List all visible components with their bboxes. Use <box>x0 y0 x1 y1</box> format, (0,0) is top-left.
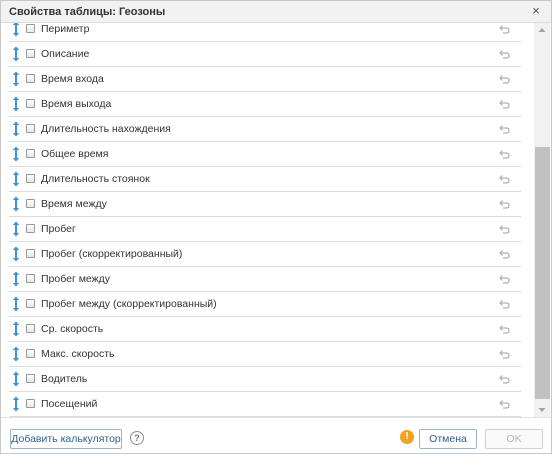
column-row[interactable]: Время между <box>9 192 521 217</box>
question-circle-icon[interactable]: ? <box>130 431 144 445</box>
drag-handle-icon[interactable] <box>12 346 20 362</box>
undo-arrow-icon[interactable] <box>499 274 510 284</box>
dialog-titlebar: Свойства таблицы: Геозоны × <box>1 1 551 23</box>
column-checkbox[interactable] <box>26 199 35 208</box>
column-label: Время между <box>41 198 107 210</box>
column-checkbox[interactable] <box>26 174 35 183</box>
column-checkbox[interactable] <box>26 24 35 33</box>
scroll-down-arrow-icon[interactable] <box>534 403 550 417</box>
scroll-up-arrow-icon[interactable] <box>534 23 550 37</box>
column-row[interactable]: Пробег <box>9 217 521 242</box>
column-checkbox[interactable] <box>26 124 35 133</box>
column-checkbox[interactable] <box>26 324 35 333</box>
undo-arrow-icon[interactable] <box>499 249 510 259</box>
column-label: Описание <box>41 48 90 60</box>
column-label: Длительность стоянок <box>41 173 150 185</box>
column-checkbox[interactable] <box>26 99 35 108</box>
dialog-footer: Добавить калькулятор ? ! Отмена OK <box>1 417 551 453</box>
column-checkbox[interactable] <box>26 374 35 383</box>
column-row[interactable]: Время входа <box>9 67 521 92</box>
column-checkbox[interactable] <box>26 349 35 358</box>
drag-handle-icon[interactable] <box>12 221 20 237</box>
drag-handle-icon[interactable] <box>12 171 20 187</box>
drag-handle-icon[interactable] <box>12 96 20 112</box>
column-row[interactable]: Посещений <box>9 392 521 417</box>
cancel-button[interactable]: Отмена <box>419 429 477 449</box>
column-label: Длительность нахождения <box>41 123 171 135</box>
dialog-title: Свойства таблицы: Геозоны <box>9 6 166 18</box>
column-checkbox[interactable] <box>26 299 35 308</box>
table-properties-dialog: Свойства таблицы: Геозоны × Периметр Опис… <box>0 0 552 454</box>
column-row[interactable]: Пробег (скорректированный) <box>9 242 521 267</box>
drag-handle-icon[interactable] <box>12 71 20 87</box>
drag-handle-icon[interactable] <box>12 196 20 212</box>
column-row[interactable]: Пробег между (скорректированный) <box>9 292 521 317</box>
drag-handle-icon[interactable] <box>12 396 20 412</box>
column-checkbox[interactable] <box>26 74 35 83</box>
column-row[interactable]: Периметр <box>9 23 521 42</box>
undo-arrow-icon[interactable] <box>499 74 510 84</box>
column-label: Макс. скорость <box>41 348 115 360</box>
column-list: Периметр Описание Время входа Время выхода Д… <box>1 23 533 417</box>
column-label: Водитель <box>41 373 88 385</box>
column-checkbox[interactable] <box>26 224 35 233</box>
column-label: Периметр <box>41 23 90 35</box>
column-row[interactable]: Описание <box>9 42 521 67</box>
column-label: Пробег <box>41 223 76 235</box>
drag-handle-icon[interactable] <box>12 121 20 137</box>
undo-arrow-icon[interactable] <box>499 99 510 109</box>
column-checkbox[interactable] <box>26 149 35 158</box>
column-row[interactable]: Длительность нахождения <box>9 117 521 142</box>
column-checkbox[interactable] <box>26 274 35 283</box>
scrollbar-thumb[interactable] <box>535 147 550 399</box>
column-checkbox[interactable] <box>26 249 35 258</box>
undo-arrow-icon[interactable] <box>499 224 510 234</box>
column-checkbox[interactable] <box>26 49 35 58</box>
ok-button[interactable]: OK <box>485 429 543 449</box>
column-label: Пробег (скорректированный) <box>41 248 183 260</box>
undo-arrow-icon[interactable] <box>499 24 510 34</box>
column-row[interactable]: Пробег между <box>9 267 521 292</box>
undo-arrow-icon[interactable] <box>499 374 510 384</box>
drag-handle-icon[interactable] <box>12 321 20 337</box>
column-row[interactable]: Время выхода <box>9 92 521 117</box>
drag-handle-icon[interactable] <box>12 371 20 387</box>
column-row[interactable]: Длительность стоянок <box>9 167 521 192</box>
column-label: Ср. скорость <box>41 323 104 335</box>
column-label: Пробег между (скорректированный) <box>41 298 217 310</box>
drag-handle-icon[interactable] <box>12 46 20 62</box>
column-row[interactable]: Макс. скорость <box>9 342 521 367</box>
undo-arrow-icon[interactable] <box>499 149 510 159</box>
column-label: Посещений <box>41 398 98 410</box>
drag-handle-icon[interactable] <box>12 271 20 287</box>
column-row[interactable]: Общее время <box>9 142 521 167</box>
column-row[interactable]: Водитель <box>9 367 521 392</box>
vertical-scrollbar[interactable] <box>534 23 550 417</box>
column-label: Время входа <box>41 73 104 85</box>
undo-arrow-icon[interactable] <box>499 299 510 309</box>
column-row[interactable]: Ср. скорость <box>9 317 521 342</box>
undo-arrow-icon[interactable] <box>499 324 510 334</box>
column-label: Пробег между <box>41 273 111 285</box>
undo-arrow-icon[interactable] <box>499 399 510 409</box>
undo-arrow-icon[interactable] <box>499 49 510 59</box>
undo-arrow-icon[interactable] <box>499 174 510 184</box>
drag-handle-icon[interactable] <box>12 246 20 262</box>
column-checkbox[interactable] <box>26 399 35 408</box>
undo-arrow-icon[interactable] <box>499 349 510 359</box>
drag-handle-icon[interactable] <box>12 23 20 37</box>
drag-handle-icon[interactable] <box>12 296 20 312</box>
column-label: Время выхода <box>41 98 112 110</box>
column-label: Общее время <box>41 148 109 160</box>
drag-handle-icon[interactable] <box>12 146 20 162</box>
add-calculator-button[interactable]: Добавить калькулятор <box>10 429 122 449</box>
exclamation-circle-icon[interactable]: ! <box>400 430 414 444</box>
undo-arrow-icon[interactable] <box>499 199 510 209</box>
close-icon[interactable]: × <box>529 4 543 18</box>
undo-arrow-icon[interactable] <box>499 124 510 134</box>
